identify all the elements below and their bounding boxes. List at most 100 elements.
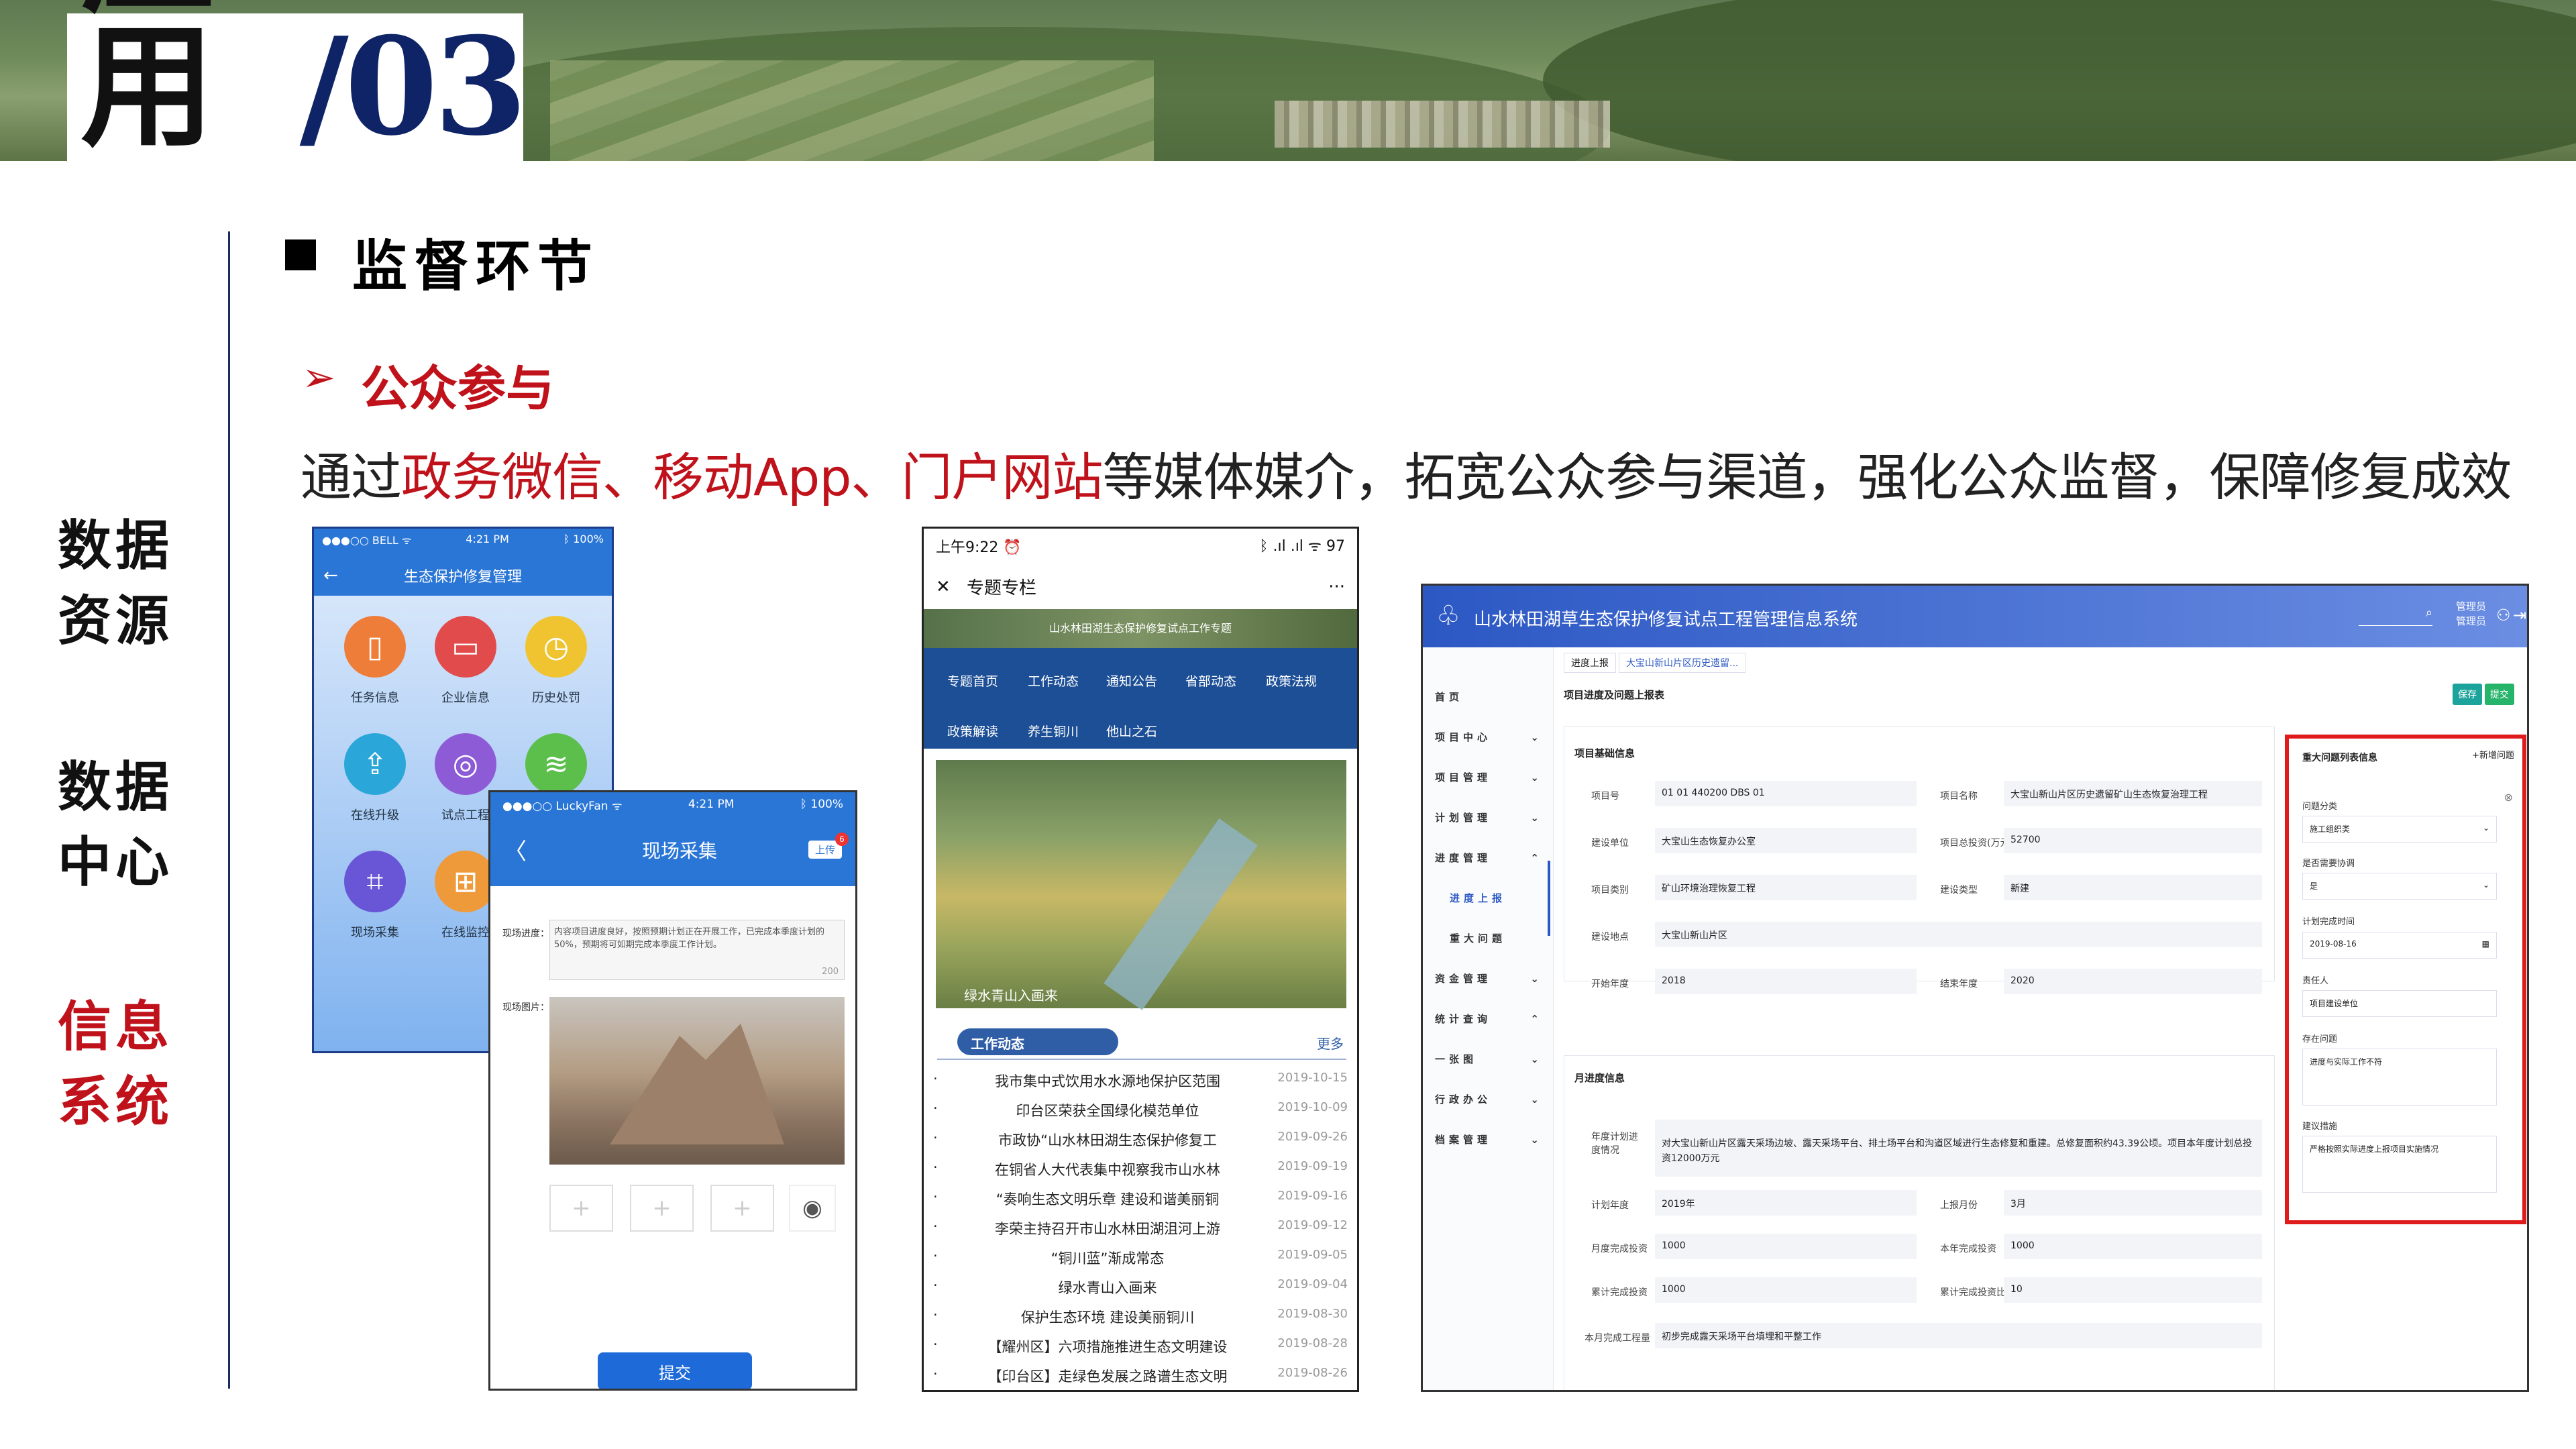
app-tile-icon[interactable]: ◎ — [435, 733, 496, 795]
field-value-input[interactable]: 01 01 440200 DBS 01 — [1655, 781, 1917, 806]
submit-button[interactable]: 提交 — [598, 1352, 752, 1389]
field-label: 月度完成投资 — [1591, 1244, 1648, 1254]
add-photo-button[interactable]: + — [710, 1185, 774, 1232]
field-value-input[interactable]: 大宝山新山片区历史遗留矿山生态恢复治理工程 — [2004, 781, 2262, 806]
field-value-input[interactable]: 1000 — [1655, 1277, 1917, 1303]
news-list-item[interactable]: · 【耀州区】六项措施推进生态文明建设 2019-08-28 — [933, 1336, 1348, 1356]
menu-item[interactable]: 政策法规 — [1266, 672, 1317, 690]
news-list-item[interactable]: · 我市集中式饮用水水源地保护区范围 2019-10-15 — [933, 1071, 1348, 1091]
menu-item[interactable]: 他山之石 — [1106, 722, 1157, 740]
field-value-input[interactable]: 大宝山新山片区 — [1655, 922, 2262, 947]
basic-info-panel: 项目基础信息 项目号 项目名称 01 01 440200 DBS 01 大宝山新山片区… — [1564, 727, 2275, 994]
field-value-input[interactable]: 2019年 — [1655, 1190, 1917, 1216]
category-select[interactable]: 施工组织类 ⌄ — [2302, 816, 2497, 843]
web-management-system-screenshot: ♧ 山水林田湖草生态保护修复试点工程管理信息系统 ⌕ 管理员 管理员 ⚇ ⇥ 首… — [1421, 584, 2529, 1392]
news-list-item[interactable]: · 市政协“山水林田湖生态保护修复工 2019-09-26 — [933, 1130, 1348, 1150]
news-list-item[interactable]: · “铜川蓝”渐成常态 2019-09-05 — [933, 1248, 1348, 1268]
app-tile-icon[interactable]: ▯ — [344, 616, 406, 678]
app-tile-icon[interactable]: ◷ — [525, 616, 587, 678]
description-text: 通过政务微信、移动App、门户网站等媒体媒介，拓宽公众参与渠道，强化公众监督，保… — [301, 447, 2512, 507]
save-button[interactable]: 保存 — [2453, 684, 2482, 705]
back-chevron-icon[interactable]: 〈 — [504, 833, 551, 866]
field-value-input[interactable]: 10 — [2004, 1277, 2262, 1303]
field-value-input[interactable]: 52700 — [2004, 828, 2262, 853]
camera-icon[interactable]: ◉ — [789, 1185, 836, 1232]
monthly-work-field[interactable]: 初步完成露天采场平台填埋和平整工作 — [1655, 1323, 2262, 1348]
menu-item[interactable]: 养生铜川 — [1028, 722, 1079, 740]
field-value-input[interactable]: 新建 — [2004, 875, 2262, 900]
field-value-input[interactable]: 1000 — [2004, 1234, 2262, 1259]
tab-project[interactable]: 大宝山新山片区历史遗留... — [1619, 653, 1746, 673]
menu-item[interactable]: 专题首页 — [947, 672, 998, 690]
advice-textarea[interactable]: 严格按照实际进度上报项目实施情况 — [2302, 1136, 2497, 1193]
news-list-item[interactable]: · 【印台区】走绿色发展之路谱生态文明 2019-08-26 — [933, 1366, 1348, 1386]
news-title: 印台区荣获全国绿化模范单位 — [1016, 1103, 1199, 1119]
field-label: 项目总投资(万元) — [1940, 838, 2013, 849]
user-info[interactable]: 管理员 管理员 — [2456, 599, 2486, 629]
news-date: 2019-09-16 — [1277, 1189, 1348, 1203]
add-photo-button[interactable]: + — [549, 1185, 613, 1232]
news-date: 2019-09-12 — [1277, 1218, 1348, 1232]
issue-textarea[interactable]: 进度与实际工作不符 — [2302, 1049, 2497, 1106]
submit-button[interactable]: 提交 — [2485, 684, 2514, 705]
menu-item[interactable]: 省部动态 — [1185, 672, 1236, 690]
app-tile-icon[interactable]: ≋ — [525, 733, 587, 795]
remove-issue-icon[interactable]: ⊗ — [2504, 791, 2513, 804]
menu-item[interactable]: 通知公告 — [1106, 672, 1157, 690]
tab-progress[interactable]: 进度上报 — [1564, 653, 1616, 673]
menu-item[interactable]: 政策解读 — [947, 722, 998, 740]
field-value-input[interactable]: 3月 — [2004, 1190, 2262, 1216]
close-icon[interactable]: ✕ — [936, 577, 967, 597]
field-value-input[interactable]: 1000 — [1655, 1234, 1917, 1259]
date-input[interactable]: 2019-08-16 ▦ — [2302, 932, 2497, 959]
news-date: 2019-10-09 — [1277, 1100, 1348, 1114]
page-title: 现场采集 — [641, 839, 717, 862]
field-value-input[interactable]: 大宝山生态恢复办公室 — [1655, 828, 1917, 853]
logout-icon[interactable]: ⇥ — [2513, 606, 2526, 625]
app-tile-icon[interactable]: ⊞ — [435, 851, 496, 912]
subsection-heading: 公众参与 — [361, 360, 555, 417]
add-photo-button[interactable]: + — [630, 1185, 694, 1232]
more-link[interactable]: 更多 — [1317, 1033, 1344, 1053]
field-value-input[interactable]: 矿山环境治理恢复工程 — [1655, 875, 1917, 900]
app-tile-label: 在线升级 — [351, 808, 399, 822]
notification-badge: 6 — [835, 833, 849, 846]
photo-label: 现场图片： — [502, 1002, 549, 1013]
hero-landscape-image[interactable] — [936, 760, 1346, 1008]
app-tile-label: 历史处罚 — [532, 691, 580, 705]
more-menu-icon[interactable]: ··· — [1328, 577, 1345, 597]
panel-title: 月进度信息 — [1574, 1072, 1625, 1084]
field-value-input[interactable]: 2018 — [1655, 969, 1917, 994]
upload-button[interactable]: 上传 6 — [808, 833, 849, 859]
user-icon[interactable]: ⚇ — [2496, 606, 2511, 625]
news-date: 2019-09-05 — [1277, 1248, 1348, 1262]
responsible-input[interactable]: 项目建设单位 — [2302, 990, 2497, 1017]
news-list-item[interactable]: · 李荣主持召开市山水林田湖沮河上游 2019-09-12 — [933, 1218, 1348, 1238]
coordination-select[interactable]: 是 ⌄ — [2302, 873, 2497, 900]
sidebar-item[interactable]: 档案管理 ⌄ — [1435, 1102, 1552, 1177]
add-issue-button[interactable]: +新增问题 — [2472, 748, 2514, 761]
app-tile-icon[interactable]: ⌗ — [344, 851, 406, 912]
calendar-icon: ▦ — [2481, 939, 2489, 949]
field-label: 上报月份 — [1940, 1200, 1978, 1211]
field-value-input[interactable]: 2020 — [2004, 969, 2262, 994]
menu-item[interactable]: 工作动态 — [1028, 672, 1079, 690]
field-label: 本年完成投资 — [1940, 1244, 1996, 1254]
news-list-item[interactable]: · 绿水青山入画来 2019-09-04 — [933, 1277, 1348, 1297]
section-divider — [937, 1059, 1346, 1060]
news-list-item[interactable]: · 在铜省人大代表集中视察我市山水林 2019-09-19 — [933, 1159, 1348, 1179]
app-tile-icon[interactable]: ⇪ — [344, 733, 406, 795]
back-arrow-icon[interactable]: ← — [323, 566, 377, 586]
news-list-item[interactable]: · 印台区荣获全国绿化模范单位 2019-10-09 — [933, 1100, 1348, 1120]
progress-textarea[interactable]: 内容项目进度良好，按照预期计划正在开展工作，已完成本季度计划的50%，预期将可如… — [549, 920, 845, 980]
field-label: 建设地点 — [1591, 932, 1629, 943]
annual-plan-field[interactable]: 对大宝山新山片区露天采场边坡、露天采场平台、排土场平台和沟道区域进行生态修复和重… — [1655, 1120, 2262, 1177]
site-photo[interactable] — [549, 997, 845, 1165]
section-heading: 监督环节 — [352, 235, 600, 299]
search-icon[interactable]: ⌕ — [2359, 606, 2432, 626]
news-list-item[interactable]: · 保护生态环境 建设美丽铜川 2019-08-30 — [933, 1307, 1348, 1327]
news-list-item[interactable]: · “奏响生态文明乐章 建设和谐美丽铜 2019-09-16 — [933, 1189, 1348, 1209]
sidebar-item-label: 档案管理 — [1435, 1134, 1492, 1146]
app-tile-icon[interactable]: ▭ — [435, 616, 496, 678]
status-bar: ●●●○○ BELL ᯤ 4:21 PM ᛒ 100% — [322, 533, 604, 547]
